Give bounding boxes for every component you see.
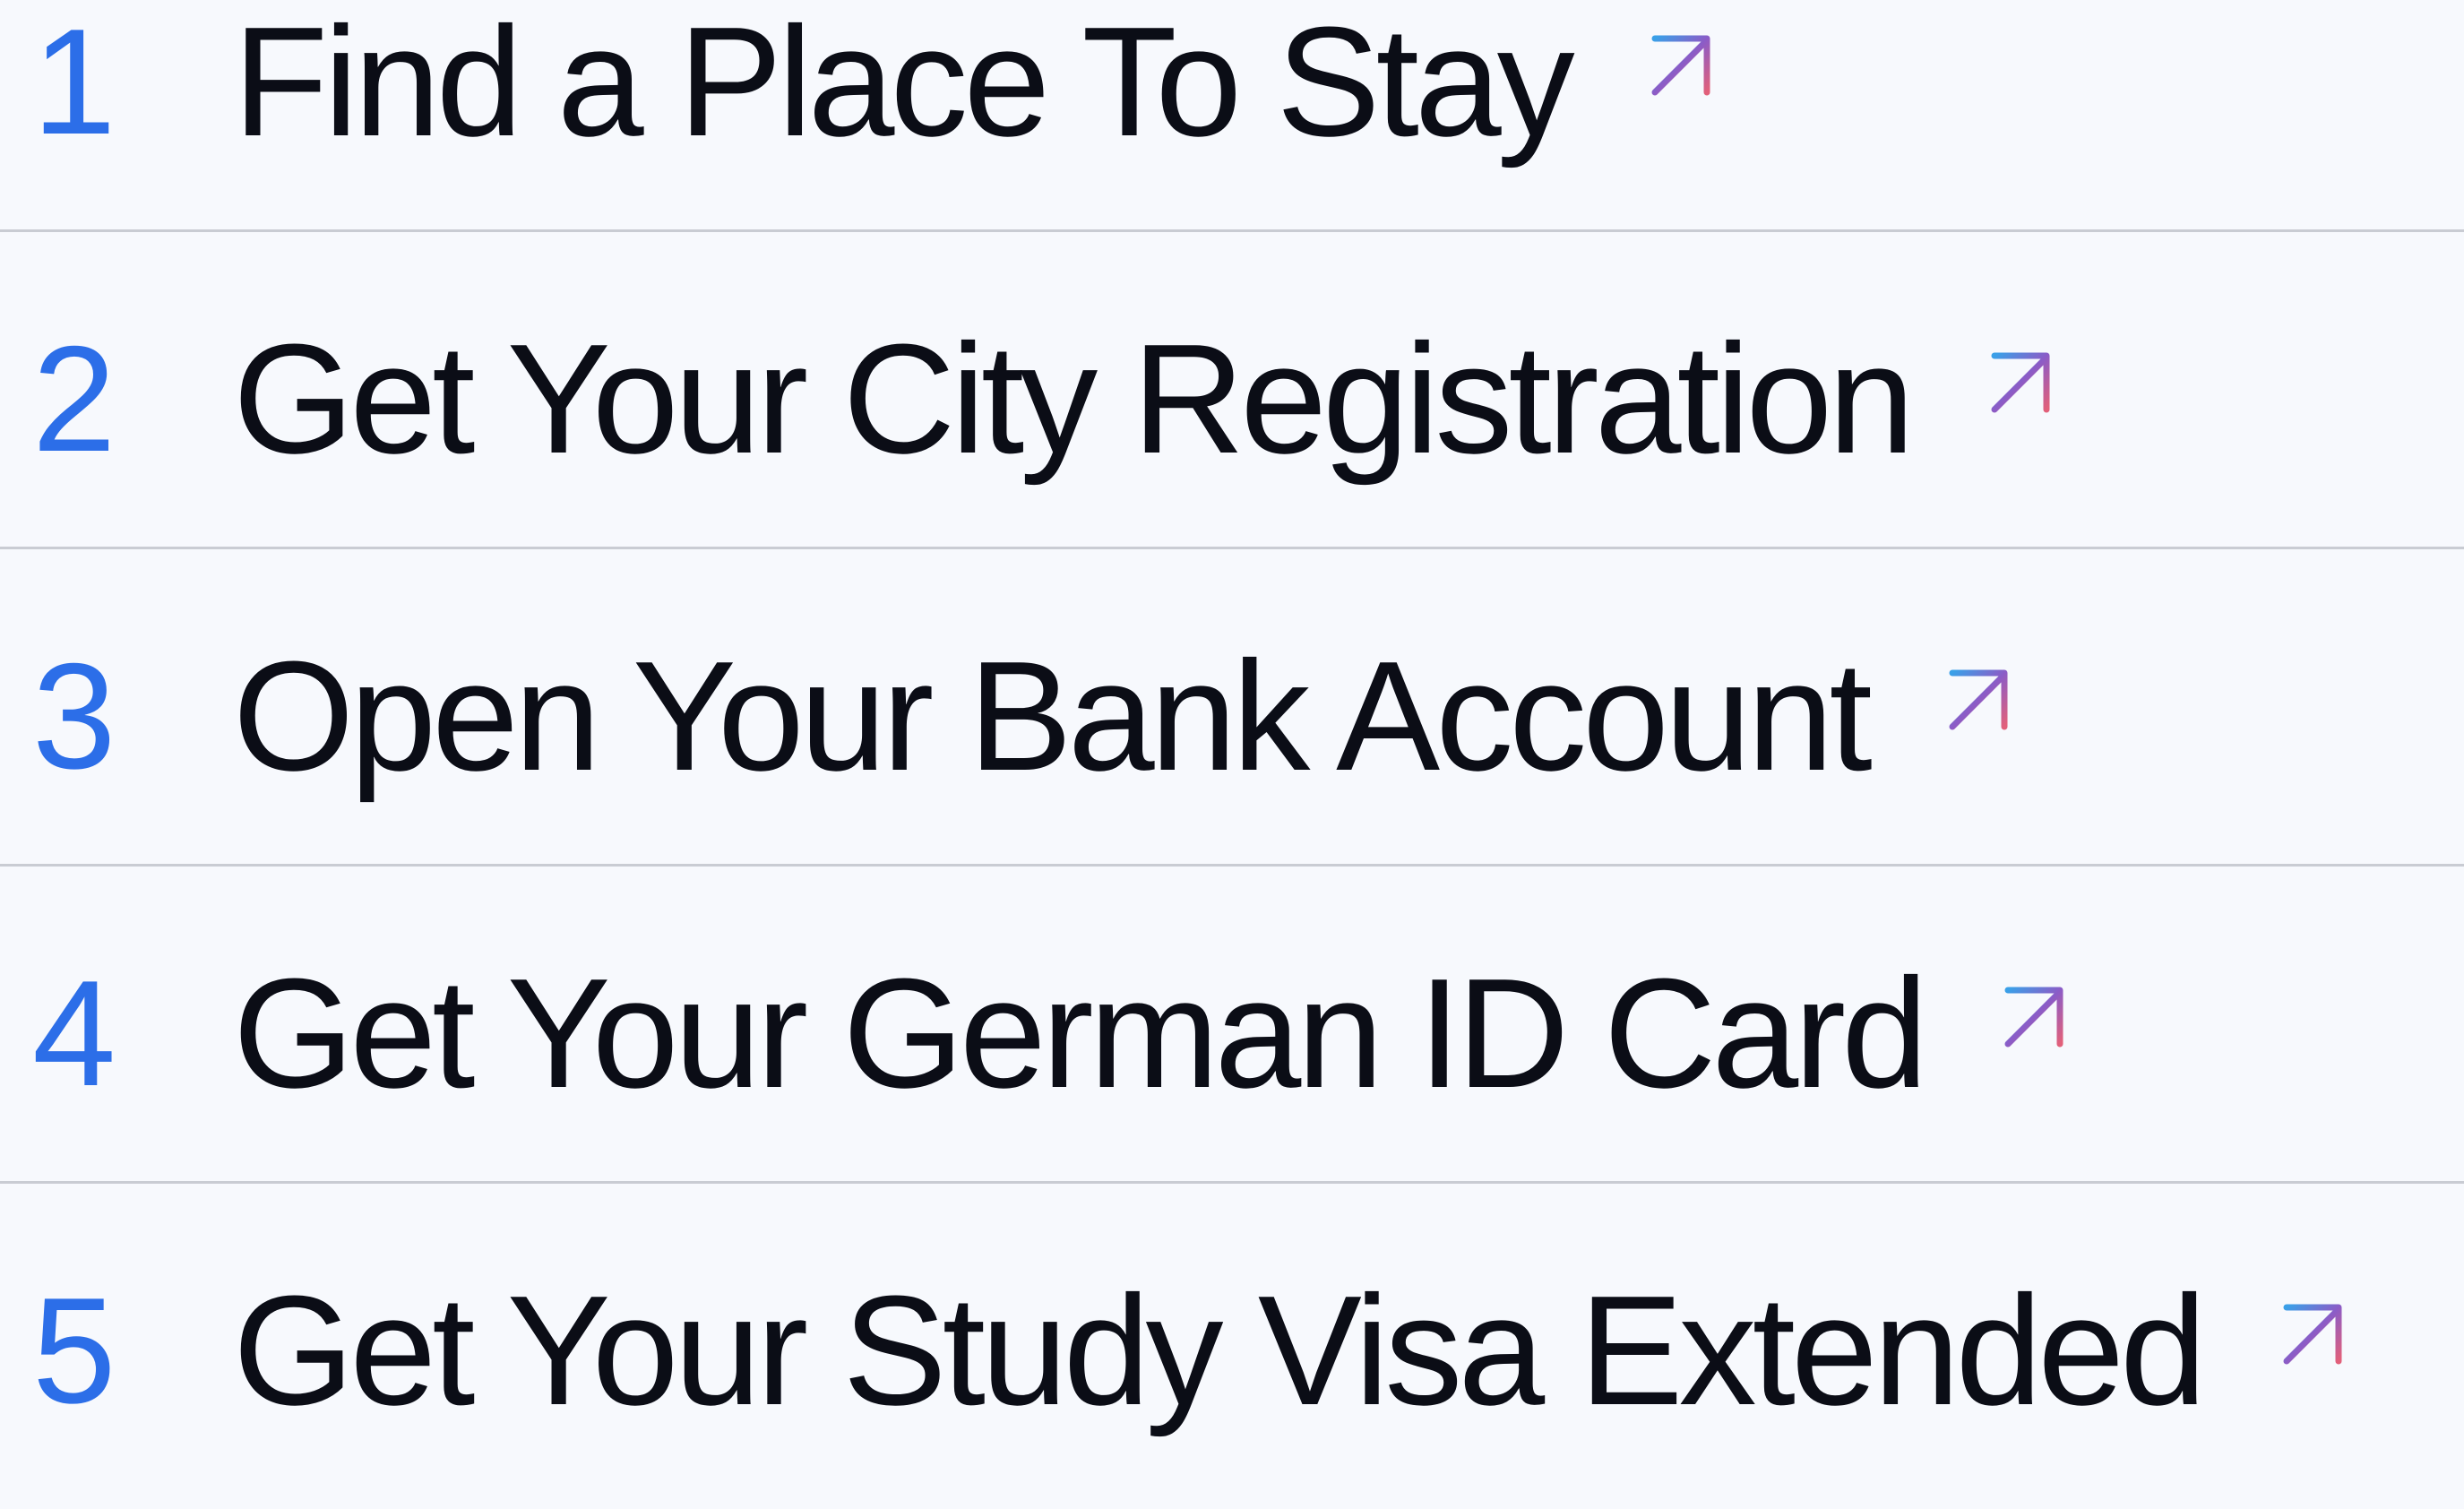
step-label: Open Your Bank Account <box>233 628 1873 803</box>
arrow-up-right-icon <box>1646 30 1718 101</box>
step-item-german-id[interactable]: 4 Get Your German ID Card <box>0 875 2464 1192</box>
step-label: Get Your Study Visa Extended <box>233 1263 2207 1437</box>
divider <box>0 864 2464 867</box>
step-label: Get Your German ID Card <box>233 945 1928 1120</box>
step-number: 1 <box>32 0 116 166</box>
divider <box>0 547 2464 549</box>
step-label: Find a Place To Stay <box>233 0 1575 168</box>
step-item-study-visa[interactable]: 5 Get Your Study Visa Extended <box>0 1192 2464 1509</box>
steps-list: 1 Find a Place To Stay 2 Get Your City R… <box>0 0 2464 1433</box>
step-item-city-registration[interactable]: 2 Get Your City Registration <box>0 240 2464 557</box>
step-number: 3 <box>32 632 116 800</box>
arrow-up-right-icon <box>2278 1298 2349 1370</box>
step-number: 4 <box>32 949 116 1117</box>
divider <box>0 229 2464 232</box>
step-number: 5 <box>32 1266 116 1435</box>
arrow-up-right-icon <box>1986 347 2057 418</box>
step-item-find-place[interactable]: 1 Find a Place To Stay <box>0 0 2464 240</box>
arrow-up-right-icon <box>1943 664 2015 736</box>
step-label: Get Your City Registration <box>233 311 1915 486</box>
step-number: 2 <box>32 315 116 483</box>
arrow-up-right-icon <box>1999 981 2071 1053</box>
divider <box>0 1181 2464 1184</box>
step-item-bank-account[interactable]: 3 Open Your Bank Account <box>0 557 2464 875</box>
